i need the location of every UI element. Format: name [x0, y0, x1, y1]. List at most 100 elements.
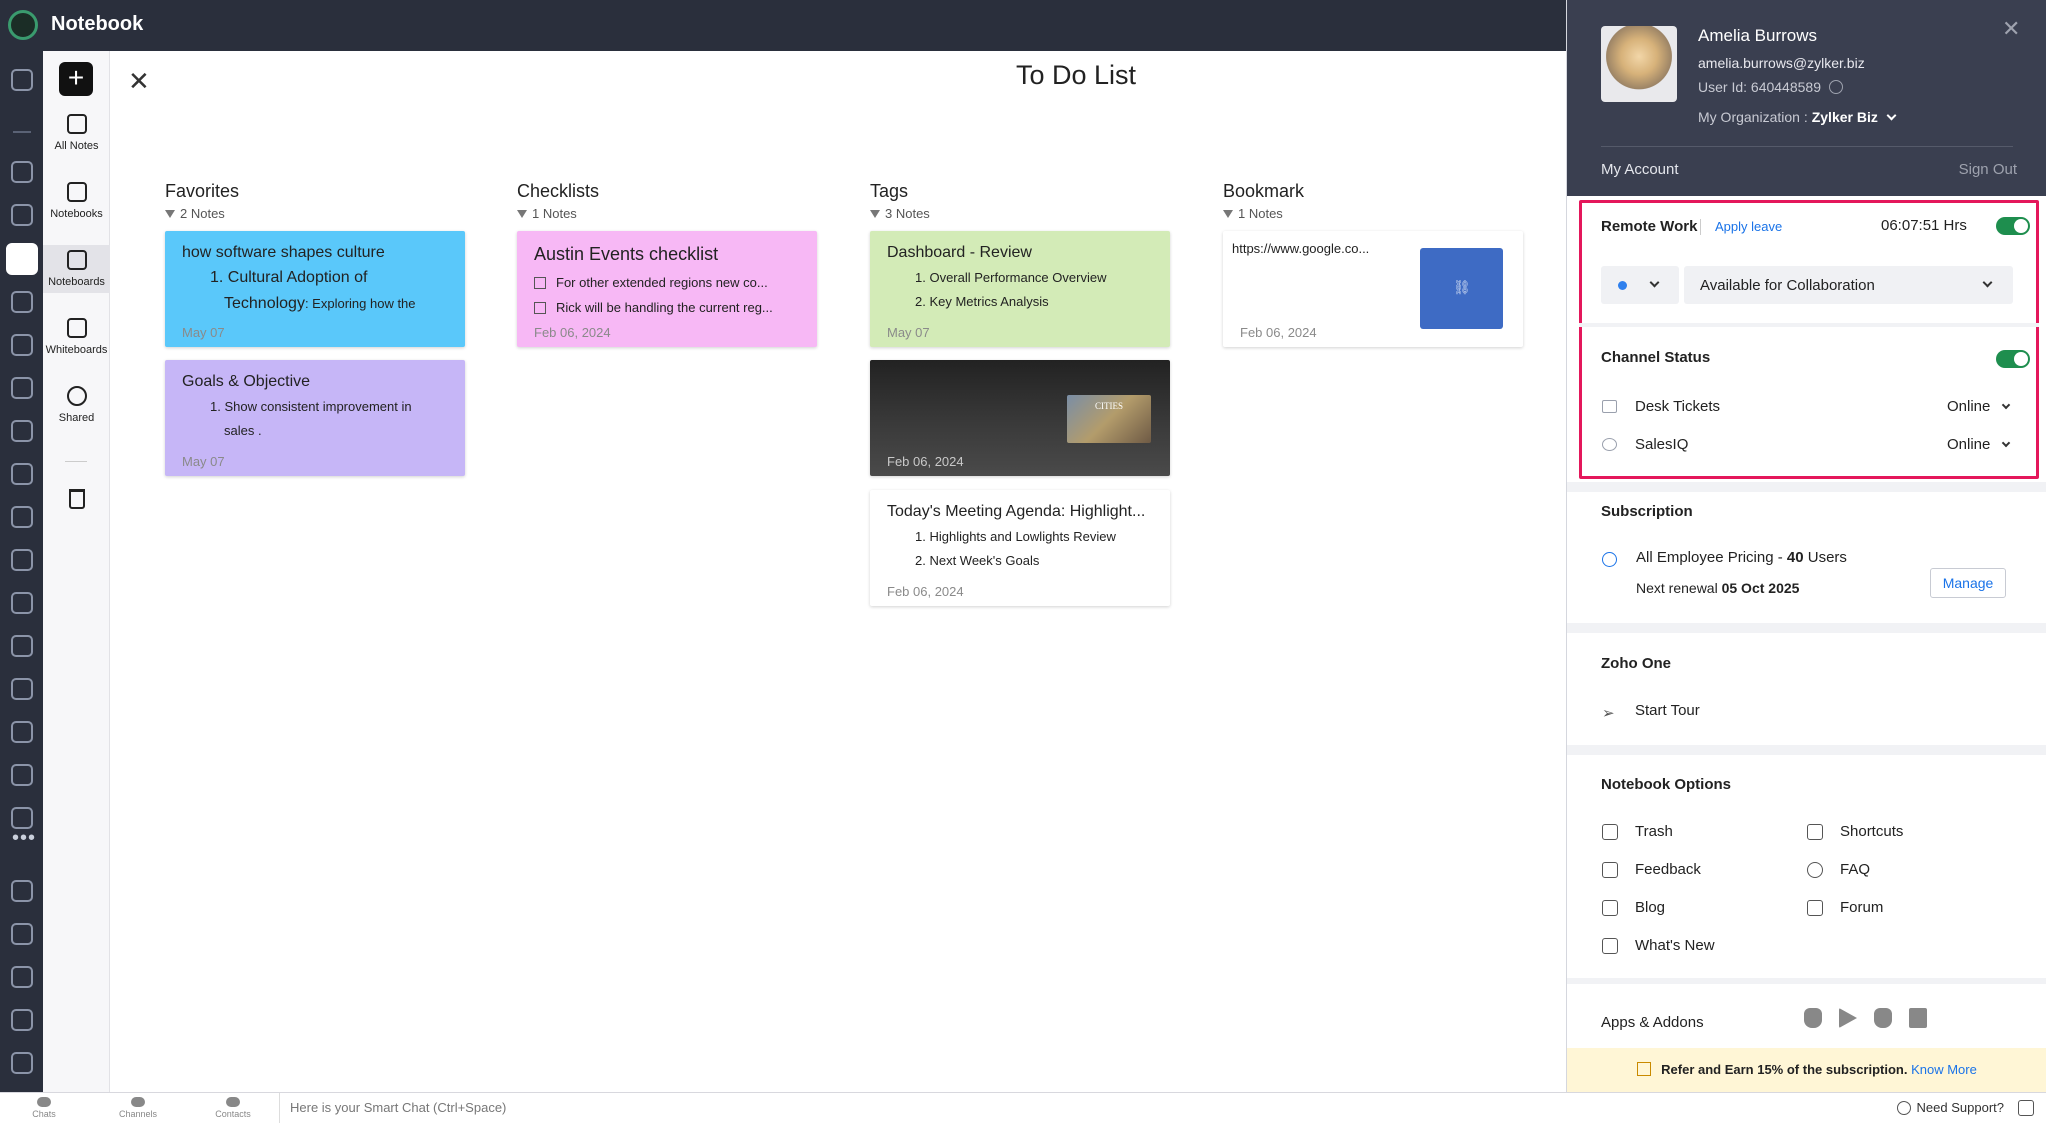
option-trash[interactable]: Trash	[1635, 823, 1673, 840]
apple-icon[interactable]	[1804, 1008, 1822, 1028]
contacts-icon	[226, 1097, 240, 1107]
channels-tab[interactable]: Channels	[108, 1097, 168, 1119]
note-card[interactable]: Austin Events checklist For other extend…	[517, 231, 817, 347]
notebook-nav: + All Notes Notebooks Noteboards Whitebo…	[43, 51, 110, 1092]
tasks-icon[interactable]	[11, 334, 33, 356]
meeting-icon[interactable]	[11, 807, 33, 829]
reports-icon[interactable]	[11, 721, 33, 743]
nav-divider	[65, 461, 87, 462]
contacts-tab[interactable]: Contacts	[203, 1097, 263, 1119]
more-apps-icon[interactable]: •••	[12, 827, 36, 850]
option-faq[interactable]: FAQ	[1840, 861, 1870, 878]
channels-icon	[131, 1097, 145, 1107]
filter-icon[interactable]	[517, 210, 527, 218]
flow-icon[interactable]	[11, 161, 33, 183]
option-forum[interactable]: Forum	[1840, 899, 1883, 916]
forms-icon[interactable]	[11, 880, 33, 902]
desk-tickets-icon	[1602, 400, 1617, 413]
nav-notebooks[interactable]: Notebooks	[43, 182, 110, 220]
note-date: May 07	[182, 454, 225, 469]
add-note-button[interactable]: +	[59, 62, 93, 96]
send-icon: ➢	[1602, 705, 1615, 722]
smart-chat-input[interactable]: Here is your Smart Chat (Ctrl+Space)	[279, 1093, 506, 1123]
filter-icon[interactable]	[1223, 210, 1233, 218]
checkbox[interactable]	[534, 277, 546, 289]
windows-icon[interactable]	[1909, 1008, 1927, 1028]
filter-icon[interactable]	[11, 635, 33, 657]
headset-icon	[1896, 1101, 1911, 1115]
channel-status-toggle[interactable]	[1996, 350, 2030, 368]
chevron-down-icon	[2001, 438, 2010, 448]
channel-status-select[interactable]: Online	[1947, 398, 2010, 415]
blog-icon	[1602, 900, 1618, 916]
nav-noteboards[interactable]: Noteboards	[43, 245, 110, 293]
desk-icon[interactable]	[11, 678, 33, 700]
home-icon[interactable]	[11, 69, 33, 91]
trash-icon[interactable]	[69, 489, 85, 509]
know-more-link[interactable]: Know More	[1911, 1062, 1977, 1077]
rail-divider	[13, 131, 31, 133]
note-card[interactable]: Goals & Objective 1. Show consistent imp…	[165, 360, 465, 476]
plan-name: All Employee Pricing -	[1636, 549, 1787, 566]
note-card[interactable]: CITIES Feb 06, 2024	[870, 360, 1170, 476]
org-name: Zylker Biz	[1811, 109, 1878, 125]
help-icon[interactable]	[1828, 80, 1843, 94]
note-card[interactable]: Dashboard - Review 1. Overall Performanc…	[870, 231, 1170, 347]
bookmark-card[interactable]: https://www.google.co... ⛓ Feb 06, 2024	[1223, 231, 1523, 347]
notifications-icon[interactable]	[2018, 1100, 2034, 1116]
wallet-icon[interactable]	[11, 966, 33, 988]
nav-whiteboards-label: Whiteboards	[45, 344, 108, 356]
apple-icon[interactable]	[1874, 1008, 1892, 1028]
nav-shared[interactable]: Shared	[43, 386, 110, 424]
filter-icon[interactable]	[165, 210, 175, 218]
option-shortcuts[interactable]: Shortcuts	[1840, 823, 1903, 840]
checkbox[interactable]	[534, 302, 546, 314]
sheet-icon[interactable]	[11, 592, 33, 614]
nav-whiteboards[interactable]: Whiteboards	[43, 318, 110, 356]
option-feedback[interactable]: Feedback	[1635, 861, 1701, 878]
availability-value: Available for Collaboration	[1700, 277, 1875, 294]
filter-icon[interactable]	[870, 210, 880, 218]
option-blog[interactable]: Blog	[1635, 899, 1665, 916]
close-icon[interactable]: ✕	[128, 66, 150, 97]
close-icon[interactable]: ✕	[2002, 16, 2020, 42]
option-whats-new[interactable]: What's New	[1635, 937, 1715, 954]
chart-icon[interactable]	[11, 764, 33, 786]
org-label: My Organization :	[1698, 109, 1808, 125]
column-checklists: Checklists 1 Notes Austin Events checkli…	[517, 181, 817, 347]
availability-select[interactable]: Available for Collaboration	[1684, 266, 2013, 304]
note-card[interactable]: how software shapes culture 1. Cultural …	[165, 231, 465, 347]
apply-leave-link[interactable]: Apply leave	[1715, 219, 1782, 234]
plan-text: All Employee Pricing - 40 Users	[1636, 549, 1847, 566]
remote-work-toggle[interactable]	[1996, 217, 2030, 235]
notebook-app-icon[interactable]	[6, 243, 38, 275]
sign-out-link[interactable]: Sign Out	[1959, 161, 2017, 178]
column-count-text: 3 Notes	[885, 206, 930, 221]
writer-icon[interactable]	[11, 204, 33, 226]
note-card[interactable]: Today's Meeting Agenda: Highlight... 1. …	[870, 490, 1170, 606]
channel-status-select[interactable]: Online	[1947, 436, 2010, 453]
nav-all-notes[interactable]: All Notes	[43, 114, 110, 152]
google-play-icon[interactable]	[1839, 1008, 1857, 1028]
campaign-icon[interactable]	[11, 291, 33, 313]
chats-tab[interactable]: Chats	[14, 1097, 74, 1119]
notebook-logo-icon[interactable]	[8, 10, 38, 40]
announce-icon[interactable]	[11, 549, 33, 571]
note-image: CITIES	[1067, 395, 1151, 443]
mail-icon[interactable]	[11, 420, 33, 442]
organization-selector[interactable]: My Organization : Zylker Biz	[1698, 109, 1897, 125]
start-tour-link[interactable]: Start Tour	[1635, 702, 1700, 719]
presence-dot-select[interactable]	[1601, 266, 1679, 304]
column-count: 1 Notes	[1223, 206, 1523, 221]
my-account-link[interactable]: My Account	[1601, 161, 1679, 178]
need-support-link[interactable]: Need Support?	[1896, 1093, 2004, 1123]
stack-icon[interactable]	[11, 1009, 33, 1031]
note-line: 1. Overall Performance Overview	[915, 270, 1107, 285]
channels-label: Channels	[118, 1109, 158, 1119]
analytics-icon[interactable]	[11, 377, 33, 399]
workdrive-icon[interactable]	[11, 463, 33, 485]
search-app-icon[interactable]	[11, 923, 33, 945]
connect-icon[interactable]	[11, 506, 33, 528]
manage-button[interactable]: Manage	[1930, 568, 2006, 598]
cliq-icon[interactable]	[11, 1052, 33, 1074]
